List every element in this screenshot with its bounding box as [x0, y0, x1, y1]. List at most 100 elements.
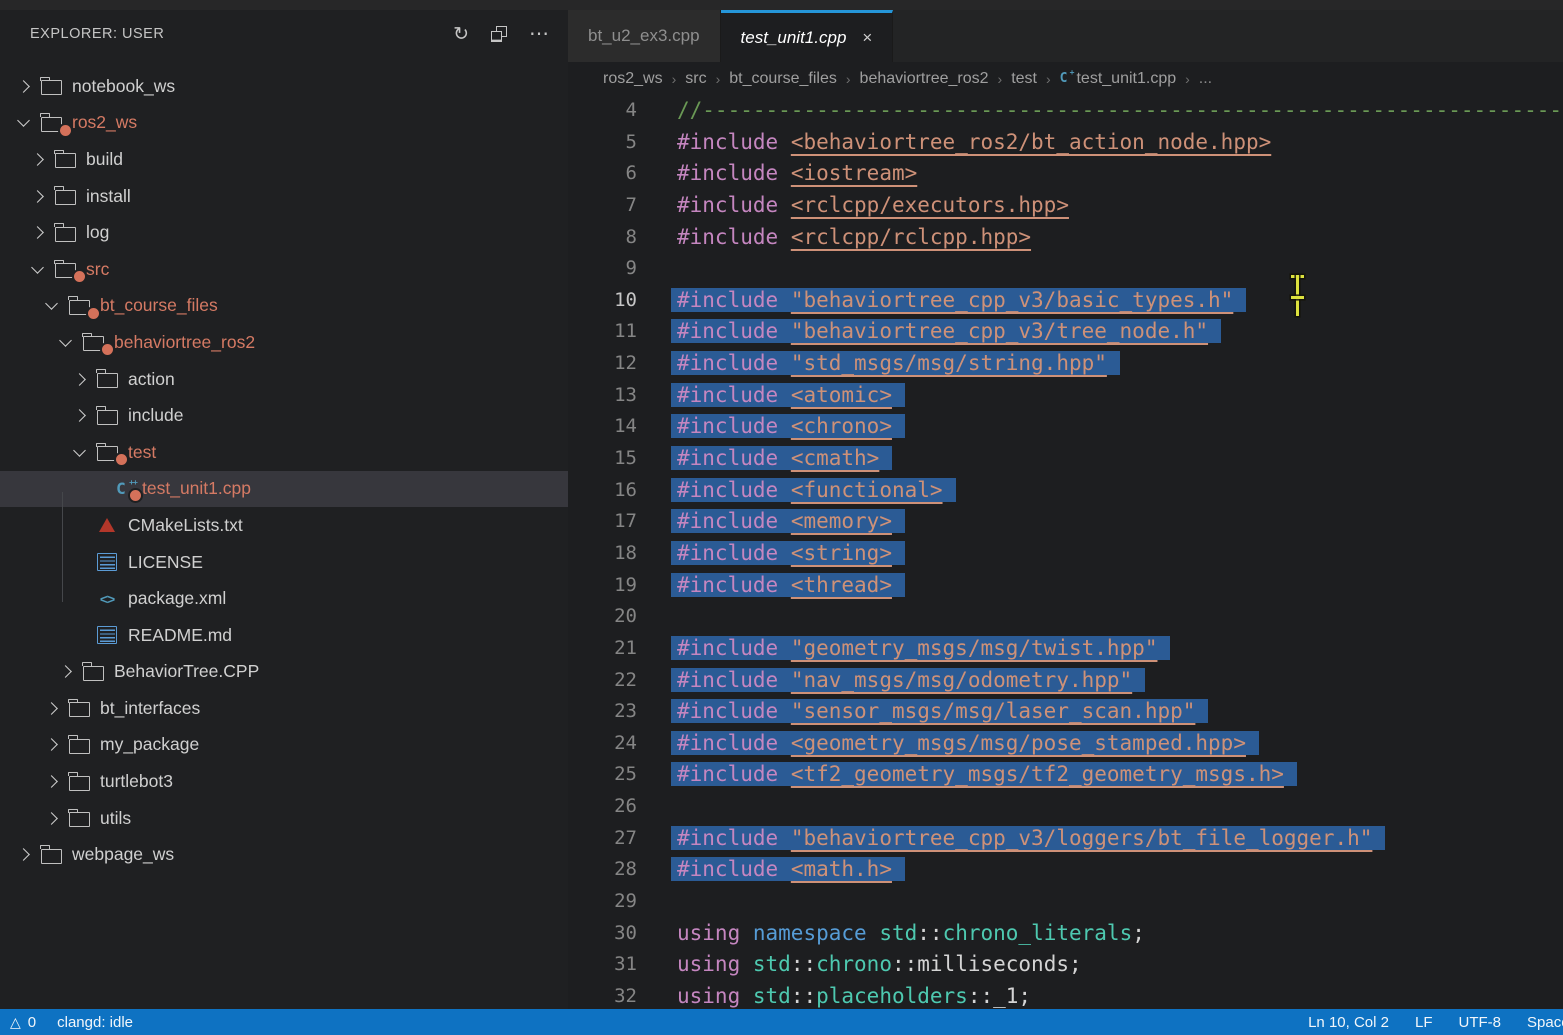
chevron-down-icon[interactable] — [10, 120, 36, 125]
code-line-23[interactable]: 23#include "sensor_msgs/msg/laser_scan.h… — [568, 696, 1563, 728]
code-line-9[interactable]: 9 — [568, 253, 1563, 285]
code-line-12[interactable]: 12#include "std_msgs/msg/string.hpp" — [568, 348, 1563, 380]
code-line-10[interactable]: 10#include "behaviortree_cpp_v3/basic_ty… — [568, 285, 1563, 317]
code-line-25[interactable]: 25#include <tf2_geometry_msgs/tf2_geomet… — [568, 759, 1563, 791]
tree-item-log[interactable]: log — [0, 214, 568, 251]
breadcrumb-item-behaviortree_ros2[interactable]: behaviortree_ros2 — [860, 70, 989, 88]
code-line-6[interactable]: 6#include <iostream> — [568, 158, 1563, 190]
code-line-31[interactable]: 31using std::chrono::milliseconds; — [568, 949, 1563, 981]
code-editor[interactable]: 4//-------------------------------------… — [568, 95, 1563, 1009]
tree-item-bt_interfaces[interactable]: bt_interfaces — [0, 690, 568, 727]
chevron-right-icon[interactable] — [38, 704, 64, 713]
tree-item-label: bt_course_files — [94, 295, 218, 316]
code-line-4[interactable]: 4//-------------------------------------… — [568, 95, 1563, 127]
code-line-27[interactable]: 27#include "behaviortree_cpp_v3/loggers/… — [568, 823, 1563, 855]
chevron-right-icon[interactable] — [66, 375, 92, 384]
language-server-status[interactable]: clangd: idle — [57, 1014, 133, 1031]
selection-highlight: #include <geometry_msgs/msg/pose_stamped… — [671, 731, 1259, 755]
tree-item-turtlebot3[interactable]: turtlebot3 — [0, 763, 568, 800]
chevron-right-icon[interactable] — [10, 850, 36, 859]
more-actions-icon[interactable]: ⋯ — [529, 24, 550, 44]
chevron-right-icon[interactable] — [38, 740, 64, 749]
tree-item-CMakeLists.txt[interactable]: CMakeLists.txt — [0, 507, 568, 544]
tree-item-test[interactable]: test — [0, 434, 568, 471]
breadcrumb-item-src[interactable]: src — [685, 70, 706, 88]
tree-item-build[interactable]: build — [0, 141, 568, 178]
breadcrumb-item-bt_course_files[interactable]: bt_course_files — [729, 70, 837, 88]
tree-item-bt_course_files[interactable]: bt_course_files — [0, 288, 568, 325]
tree-item-LICENSE[interactable]: LICENSE — [0, 544, 568, 581]
code-line-11[interactable]: 11#include "behaviortree_cpp_v3/tree_nod… — [568, 316, 1563, 348]
tree-item-install[interactable]: install — [0, 178, 568, 215]
code-line-28[interactable]: 28#include <math.h> — [568, 854, 1563, 886]
tree-item-label: utils — [94, 808, 131, 829]
tree-item-utils[interactable]: utils — [0, 800, 568, 837]
status-encoding[interactable]: UTF-8 — [1459, 1014, 1502, 1031]
code-line-16[interactable]: 16#include <functional> — [568, 475, 1563, 507]
tree-item-notebook_ws[interactable]: notebook_ws — [0, 68, 568, 105]
chevron-right-icon[interactable] — [66, 411, 92, 420]
breadcrumb-item-test[interactable]: test — [1011, 70, 1037, 88]
tree-item-ros2_ws[interactable]: ros2_ws — [0, 105, 568, 142]
warnings-count[interactable]: 0 — [28, 1014, 36, 1031]
line-number: 11 — [568, 316, 637, 348]
close-icon[interactable]: × — [862, 28, 872, 48]
code-line-18[interactable]: 18#include <string> — [568, 538, 1563, 570]
tree-item-BehaviorTree.CPP[interactable]: BehaviorTree.CPP — [0, 654, 568, 691]
code-line-13[interactable]: 13#include <atomic> — [568, 380, 1563, 412]
tree-item-src[interactable]: src — [0, 251, 568, 288]
code-line-5[interactable]: 5#include <behaviortree_ros2/bt_action_n… — [568, 127, 1563, 159]
chevron-down-icon[interactable] — [52, 340, 78, 345]
tree-item-package.xml[interactable]: <>package.xml — [0, 580, 568, 617]
chevron-down-icon[interactable] — [24, 267, 50, 272]
tree-item-my_package[interactable]: my_package — [0, 727, 568, 764]
tree-item-test_unit1.cpp[interactable]: Ctest_unit1.cpp — [0, 471, 568, 508]
selection-highlight: #include <functional> — [671, 478, 956, 502]
refresh-explorer-icon[interactable]: ↻ — [453, 25, 469, 44]
chevron-down-icon[interactable] — [66, 450, 92, 455]
status-indentation[interactable]: Spaces — [1527, 1014, 1563, 1031]
code-line-20[interactable]: 20 — [568, 601, 1563, 633]
tab-test_unit1.cpp[interactable]: test_unit1.cpp× — [721, 10, 894, 62]
collapse-folders-icon[interactable] — [491, 26, 507, 42]
warnings-icon[interactable]: △ — [10, 1014, 21, 1031]
tree-item-action[interactable]: action — [0, 361, 568, 398]
selection-highlight: #include <atomic> — [671, 383, 905, 407]
code-line-24[interactable]: 24#include <geometry_msgs/msg/pose_stamp… — [568, 728, 1563, 760]
code-line-21[interactable]: 21#include "geometry_msgs/msg/twist.hpp" — [568, 633, 1563, 665]
line-number: 10 — [568, 285, 637, 317]
code-line-7[interactable]: 7#include <rclcpp/executors.hpp> — [568, 190, 1563, 222]
code-line-14[interactable]: 14#include <chrono> — [568, 411, 1563, 443]
line-number: 32 — [568, 981, 637, 1009]
tree-item-webpage_ws[interactable]: webpage_ws — [0, 836, 568, 873]
code-line-30[interactable]: 30using namespace std::chrono_literals; — [568, 918, 1563, 950]
chevron-right-icon[interactable] — [24, 155, 50, 164]
code-line-32[interactable]: 32using std::placeholders::_1; — [568, 981, 1563, 1009]
git-modified-badge — [128, 488, 143, 503]
chevron-right-icon[interactable] — [38, 814, 64, 823]
code-line-17[interactable]: 17#include <memory> — [568, 506, 1563, 538]
breadcrumb-item-test_unit1.cpp[interactable]: test_unit1.cpp — [1076, 70, 1176, 88]
code-line-8[interactable]: 8#include <rclcpp/rclcpp.hpp> — [568, 222, 1563, 254]
status-eol-sequence[interactable]: LF — [1415, 1014, 1433, 1031]
tab-bt_u2_ex3.cpp[interactable]: bt_u2_ex3.cpp — [568, 10, 721, 62]
line-number: 20 — [568, 601, 637, 633]
tree-item-README.md[interactable]: README.md — [0, 617, 568, 654]
tree-item-include[interactable]: include — [0, 397, 568, 434]
chevron-right-icon[interactable] — [52, 667, 78, 676]
line-number: 23 — [568, 696, 637, 728]
breadcrumb-item-ros2_ws[interactable]: ros2_ws — [603, 70, 663, 88]
chevron-right-icon[interactable] — [24, 228, 50, 237]
breadcrumb-item-...[interactable]: ... — [1199, 70, 1212, 88]
chevron-right-icon[interactable] — [10, 82, 36, 91]
chevron-right-icon[interactable] — [24, 192, 50, 201]
status-cursor-position[interactable]: Ln 10, Col 2 — [1308, 1014, 1389, 1031]
tree-item-behaviortree_ros2[interactable]: behaviortree_ros2 — [0, 324, 568, 361]
chevron-right-icon[interactable] — [38, 777, 64, 786]
code-line-22[interactable]: 22#include "nav_msgs/msg/odometry.hpp" — [568, 665, 1563, 697]
code-line-19[interactable]: 19#include <thread> — [568, 570, 1563, 602]
chevron-down-icon[interactable] — [38, 303, 64, 308]
code-line-26[interactable]: 26 — [568, 791, 1563, 823]
code-line-15[interactable]: 15#include <cmath> — [568, 443, 1563, 475]
code-line-29[interactable]: 29 — [568, 886, 1563, 918]
